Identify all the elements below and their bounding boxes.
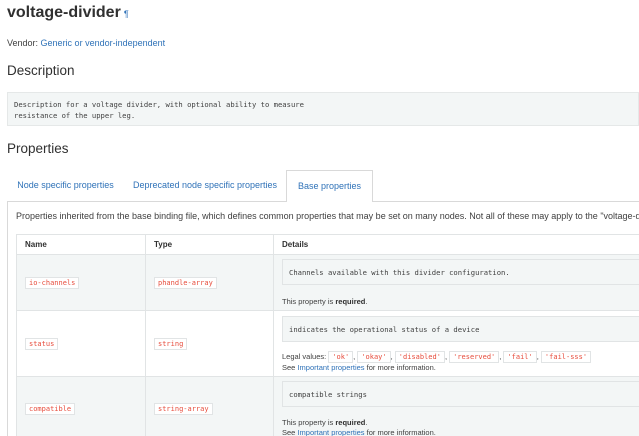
- property-details-cell: compatible strings This property is requ…: [273, 376, 639, 436]
- property-name: io-channels: [25, 277, 80, 289]
- inherited-note: Properties inherited from the base bindi…: [16, 211, 639, 221]
- column-header-type: Type: [145, 234, 274, 255]
- legal-value: 'okay': [357, 351, 391, 363]
- vendor-line: Vendor: Generic or vendor-independent: [7, 38, 165, 48]
- property-type: string: [154, 338, 188, 350]
- description-text: Description for a voltage divider, with …: [7, 92, 639, 126]
- vendor-label: Vendor:: [7, 38, 39, 48]
- property-type: string-array: [154, 402, 213, 415]
- property-name: status: [25, 338, 59, 350]
- page-title: voltage-divider ¶: [7, 4, 129, 22]
- property-details-cell: Channels available with this divider con…: [273, 254, 639, 311]
- legal-values-line: Legal values: 'ok', 'okay', 'disabled', …: [282, 351, 592, 363]
- legal-value: 'ok': [328, 351, 354, 363]
- legal-value: 'fail': [503, 351, 537, 363]
- property-name-cell: compatible: [16, 376, 146, 436]
- important-properties-link[interactable]: Important properties: [297, 363, 364, 372]
- column-header-details: Details: [273, 234, 639, 255]
- vendor-link[interactable]: Generic or vendor-independent: [41, 38, 166, 48]
- properties-table: Name Type Details io-channels phandle-ar…: [16, 234, 639, 436]
- see-more-line: See Important properties for more inform…: [282, 363, 436, 372]
- legal-value: 'disabled': [394, 351, 445, 363]
- property-description: Channels available with this divider con…: [282, 259, 639, 285]
- table-row: compatible string-array compatible strin…: [16, 376, 639, 436]
- properties-heading: Properties: [7, 141, 69, 156]
- important-properties-link[interactable]: Important properties: [297, 428, 364, 436]
- page-title-text: voltage-divider: [7, 4, 121, 21]
- property-name-cell: status: [16, 310, 146, 377]
- table-row: status string indicates the operational …: [16, 310, 639, 377]
- description-heading: Description: [7, 63, 75, 78]
- permalink-icon[interactable]: ¶: [124, 9, 129, 19]
- property-type-cell: string-array: [145, 376, 274, 436]
- property-type-cell: phandle-array: [145, 254, 274, 311]
- table-header-row: Name Type Details: [16, 234, 639, 255]
- property-name-cell: io-channels: [16, 254, 146, 311]
- property-type-cell: string: [145, 310, 274, 377]
- required-note: This property is required.: [282, 297, 368, 306]
- tab-node-specific-properties[interactable]: Node specific properties: [7, 170, 124, 201]
- tab-base-properties[interactable]: Base properties: [286, 170, 373, 202]
- legal-values-label: Legal values:: [282, 352, 327, 361]
- table-row: io-channels phandle-array Channels avail…: [16, 254, 639, 311]
- see-more-line: See Important properties for more inform…: [282, 428, 436, 436]
- column-header-name: Name: [16, 234, 146, 255]
- properties-tabs: Node specific properties Deprecated node…: [7, 170, 639, 202]
- property-description: compatible strings: [282, 381, 639, 407]
- legal-value: 'reserved': [449, 351, 500, 363]
- tab-deprecated-node-specific-properties[interactable]: Deprecated node specific properties: [124, 170, 286, 201]
- property-details-cell: indicates the operational status of a de…: [273, 310, 639, 377]
- property-type: phandle-array: [154, 277, 217, 289]
- required-note: This property is required.: [282, 418, 368, 427]
- legal-value: 'fail-sss': [540, 351, 592, 363]
- property-name: compatible: [25, 402, 76, 415]
- property-description: indicates the operational status of a de…: [282, 316, 639, 342]
